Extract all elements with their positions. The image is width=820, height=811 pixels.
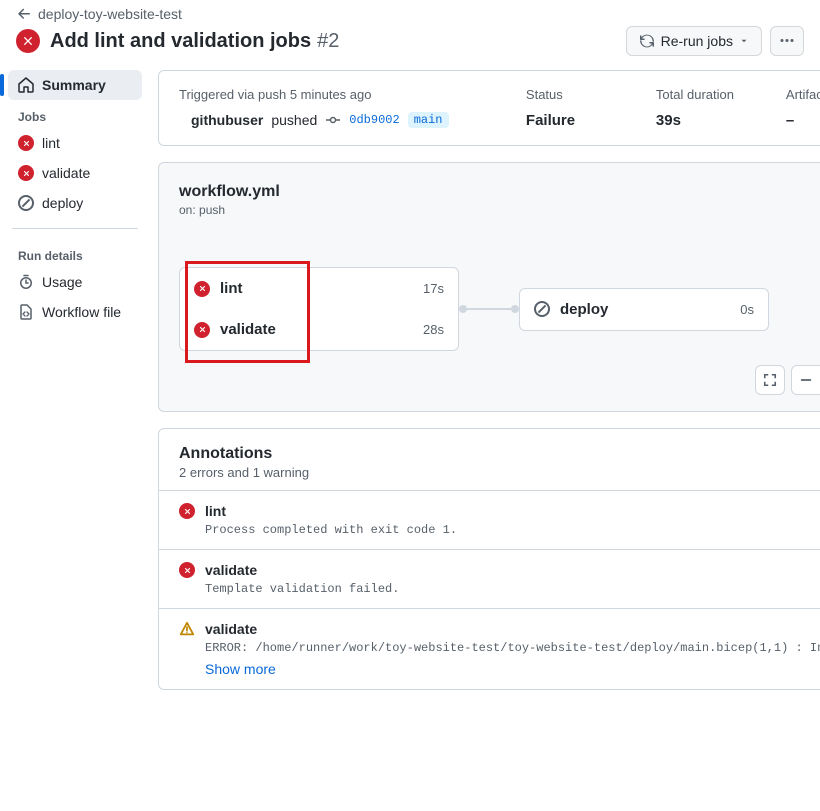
workflow-trigger: on: push — [179, 203, 820, 217]
job-node-lint[interactable]: lint 17s — [180, 268, 458, 309]
artifacts-value: – — [786, 112, 820, 129]
job-node-validate[interactable]: validate 28s — [180, 309, 458, 350]
fail-icon — [179, 503, 195, 519]
home-icon — [18, 77, 34, 93]
commit-sha[interactable]: 0db9002 — [349, 113, 399, 127]
sidebar-usage[interactable]: Usage — [8, 267, 142, 297]
duration-value: 39s — [656, 112, 786, 129]
file-icon — [18, 304, 34, 320]
fail-icon — [179, 562, 195, 578]
sidebar: Summary Jobs lint validate deploy Run de… — [0, 66, 150, 722]
graph-connector — [459, 308, 519, 310]
breadcrumb[interactable]: deploy-toy-website-test — [16, 6, 804, 22]
sidebar-details-heading: Run details — [8, 239, 142, 267]
sidebar-job-validate[interactable]: validate — [8, 158, 142, 188]
artifacts-label: Artifacts — [786, 87, 820, 102]
show-more-link[interactable]: Show more — [205, 661, 820, 677]
commit-icon — [325, 112, 341, 128]
branch-badge[interactable]: main — [408, 112, 449, 128]
run-summary-card: Triggered via push 5 minutes ago githubu… — [158, 70, 820, 146]
workflow-file-name: workflow.yml — [179, 183, 820, 201]
page-title: Add lint and validation jobs #2 — [50, 30, 339, 53]
fullscreen-icon — [763, 373, 777, 387]
annotations-title: Annotations — [179, 445, 820, 463]
skip-icon — [18, 195, 34, 211]
workflow-graph-card: workflow.yml on: push lint 17s validate … — [158, 162, 820, 412]
sidebar-summary[interactable]: Summary — [8, 70, 142, 100]
trigger-text: Triggered via push 5 minutes ago — [179, 87, 526, 102]
caret-down-icon — [739, 36, 749, 46]
warning-icon — [179, 621, 195, 637]
sidebar-job-deploy[interactable]: deploy — [8, 188, 142, 218]
divider — [12, 228, 138, 229]
kebab-icon — [779, 33, 795, 49]
breadcrumb-workflow-name[interactable]: deploy-toy-website-test — [38, 6, 182, 22]
fail-icon — [18, 135, 34, 151]
skip-icon — [534, 301, 550, 317]
zoom-out-button[interactable] — [791, 365, 820, 395]
sync-icon — [639, 33, 655, 49]
annotations-summary: 2 errors and 1 warning — [179, 465, 820, 480]
annotation-item: validate ERROR: /home/runner/work/toy-we… — [159, 608, 820, 689]
fail-icon — [194, 322, 210, 338]
annotation-item: validate Template validation failed. — [159, 549, 820, 608]
sidebar-job-lint[interactable]: lint — [8, 128, 142, 158]
duration-label: Total duration — [656, 87, 786, 102]
kebab-menu-button[interactable] — [770, 26, 804, 56]
sidebar-jobs-heading: Jobs — [8, 100, 142, 128]
arrow-left-icon — [16, 6, 32, 22]
run-number: #2 — [317, 30, 339, 53]
status-label: Status — [526, 87, 656, 102]
rerun-jobs-button[interactable]: Re-run jobs — [626, 26, 762, 56]
minus-icon — [799, 373, 813, 387]
fail-icon — [194, 281, 210, 297]
fullscreen-button[interactable] — [755, 365, 785, 395]
sidebar-workflow-file[interactable]: Workflow file — [8, 297, 142, 327]
fail-icon — [18, 165, 34, 181]
annotations-card: Annotations 2 errors and 1 warning lint … — [158, 428, 820, 690]
trigger-user[interactable]: githubuser — [191, 112, 263, 128]
stopwatch-icon — [18, 274, 34, 290]
fail-icon — [16, 29, 40, 53]
annotation-item: lint Process completed with exit code 1. — [159, 490, 820, 549]
job-node-deploy[interactable]: deploy 0s — [519, 288, 769, 331]
job-node-group: lint 17s validate 28s — [179, 267, 459, 351]
status-value: Failure — [526, 112, 656, 129]
